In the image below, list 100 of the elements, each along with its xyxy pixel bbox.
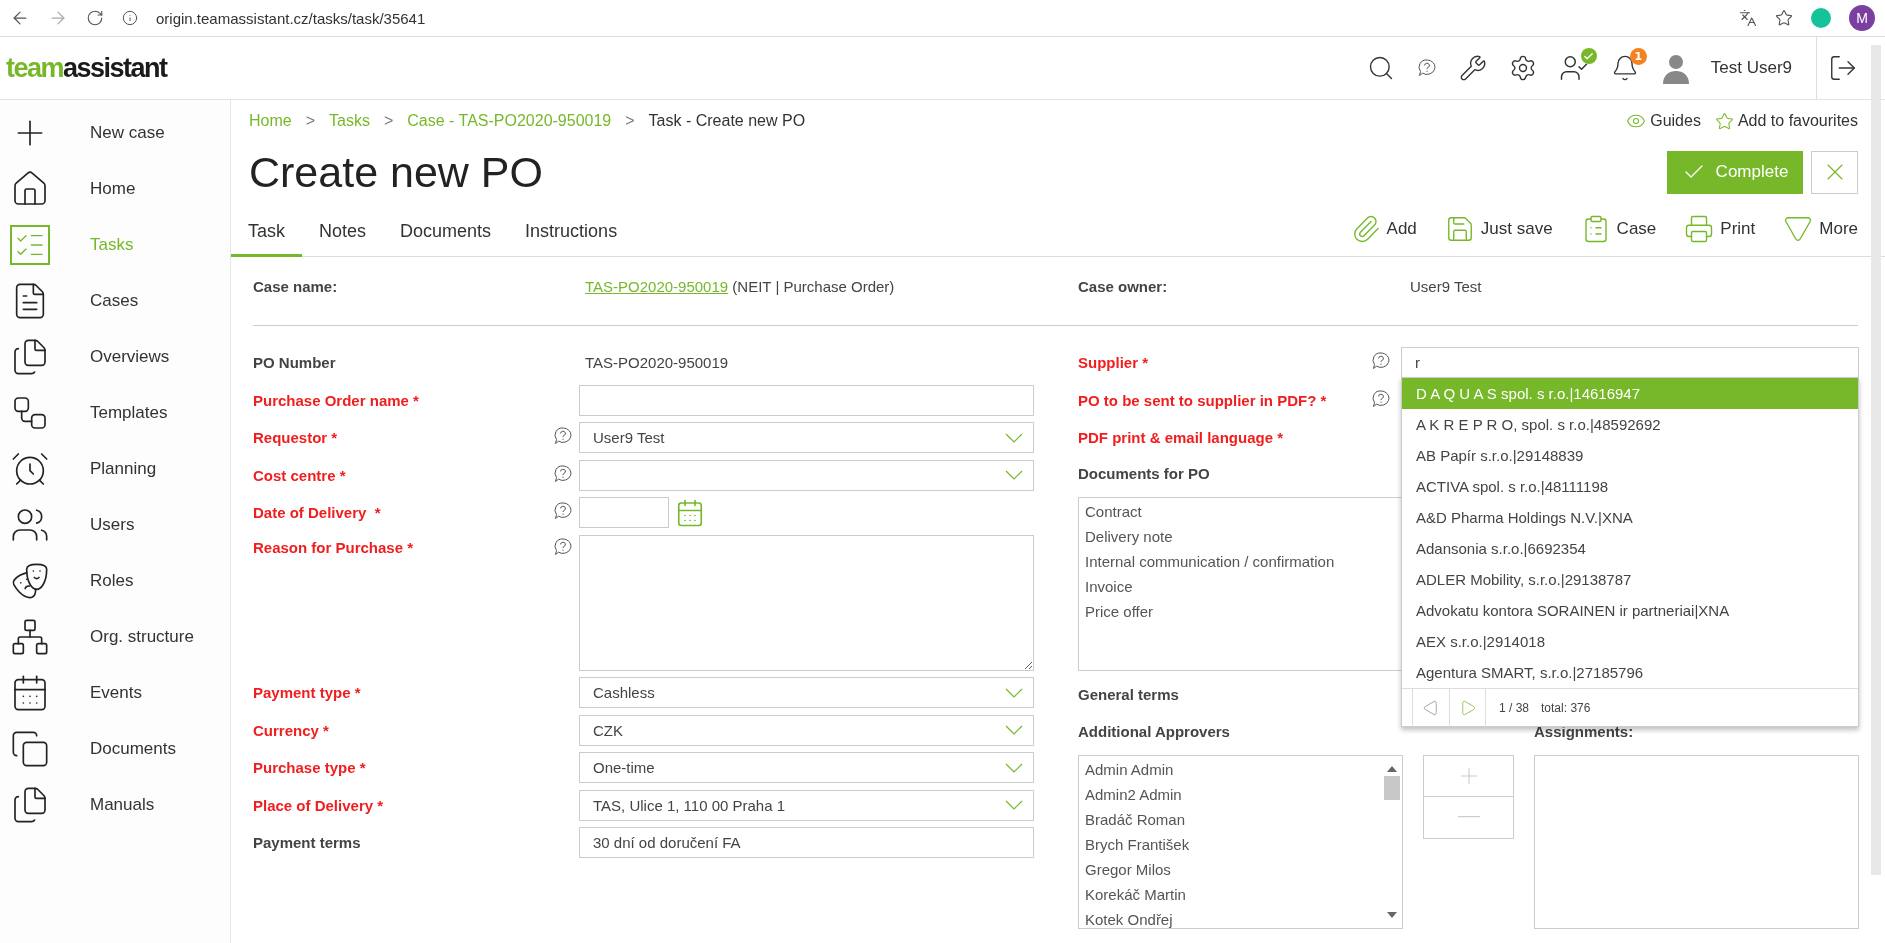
notification-badge: 1 xyxy=(1629,48,1647,65)
user-check-icon[interactable] xyxy=(1558,53,1589,83)
dropdown-option[interactable]: ACTIVA spol. s r.o.|48111198 xyxy=(1402,471,1858,502)
sidebar-item[interactable]: Templates xyxy=(0,385,230,441)
chevron-down-icon xyxy=(1005,800,1023,810)
chevron-down-icon xyxy=(1005,687,1023,698)
help-icon[interactable] xyxy=(1416,58,1437,78)
bookmark-star-icon[interactable] xyxy=(1775,9,1793,27)
user-name[interactable]: Test User9 xyxy=(1710,58,1792,78)
toolbar-button[interactable]: Case xyxy=(1580,214,1657,256)
sidebar-item[interactable]: Events xyxy=(0,665,230,721)
sidebar-item[interactable]: Roles xyxy=(0,553,230,609)
tab[interactable]: Task xyxy=(231,221,302,257)
field-label: PO Number xyxy=(253,354,337,371)
section-label: General terms xyxy=(1078,685,1180,705)
help-icon[interactable] xyxy=(1371,351,1391,371)
toolbar-button[interactable]: Add xyxy=(1350,214,1417,256)
help-icon[interactable] xyxy=(553,463,573,484)
scrollbar[interactable] xyxy=(1871,45,1881,875)
select-field[interactable]: TAS, Ulice 1, 110 00 Praha 1 xyxy=(579,789,1034,821)
field-label: Cost centre * xyxy=(253,466,347,484)
field-label: Payment type * xyxy=(253,684,362,701)
minus-icon xyxy=(1457,816,1480,819)
info-label: Case owner: xyxy=(1078,277,1169,295)
sidebar-item[interactable]: Overviews xyxy=(0,329,230,385)
reload-icon[interactable] xyxy=(86,9,104,27)
translate-icon[interactable] xyxy=(1739,9,1757,27)
stacked-documents-icon xyxy=(10,729,50,769)
user-avatar[interactable] xyxy=(1660,52,1691,84)
select-value: Cashless xyxy=(593,684,655,701)
field-label: PO to be sent to supplier in PDF? * xyxy=(1078,391,1328,409)
select-value: One-time xyxy=(593,759,655,776)
sidebar-item[interactable]: Users xyxy=(0,497,230,553)
field-label: Purchase Order name * xyxy=(253,391,420,409)
breadcrumb-separator: > xyxy=(625,112,635,130)
current-page-label: Task - Create new PO xyxy=(648,112,806,130)
help-icon[interactable] xyxy=(1371,388,1391,409)
field-label: Currency * xyxy=(253,721,330,739)
dropdown-option[interactable]: AEX s.r.o.|2914018 xyxy=(1402,626,1858,657)
dropdown-option[interactable]: AB Papír s.r.o.|29148839 xyxy=(1402,440,1858,471)
section-label: Assignments: xyxy=(1534,722,1635,742)
text-field[interactable] xyxy=(579,384,1034,416)
sidebar-item[interactable]: Manuals xyxy=(0,777,230,833)
field-label: Supplier * xyxy=(1078,354,1149,371)
chevron-down-icon xyxy=(1005,762,1023,773)
logo[interactable]: teamassistant xyxy=(6,52,167,84)
sidebar-item[interactable]: Home xyxy=(0,161,230,217)
dropdown-option[interactable]: Agentura SMART, s.r.o.|27185796 xyxy=(1402,657,1858,688)
tab[interactable]: Instructions xyxy=(508,221,635,257)
select-field[interactable]: User9 Test xyxy=(579,422,1034,453)
toolbar-button[interactable]: Just save xyxy=(1444,214,1553,256)
sidebar-item[interactable]: New case xyxy=(0,105,230,161)
field-label: Place of Delivery * xyxy=(253,796,385,814)
sidebar-item[interactable]: Documents xyxy=(0,721,230,777)
triangle-icon xyxy=(1783,214,1814,244)
toolbar-button[interactable]: Print xyxy=(1684,214,1756,256)
star-icon xyxy=(1714,111,1734,131)
page-indicator: 1 / 38 xyxy=(1499,700,1530,715)
select-field[interactable] xyxy=(579,459,1034,491)
help-icon[interactable] xyxy=(553,501,573,521)
mask-icon xyxy=(10,561,50,601)
dropdown-option[interactable]: A K R E P R O, spol. s r.o.|48592692 xyxy=(1402,409,1858,440)
list-item[interactable]: Gregor Milos xyxy=(1085,857,1374,883)
favourites-link[interactable]: Add to favourites xyxy=(1714,111,1858,131)
profile-avatar[interactable]: M xyxy=(1849,5,1875,31)
dropdown-option[interactable]: ADLER Mobility, s.r.o.|29138787 xyxy=(1402,564,1858,595)
printer-icon xyxy=(1684,214,1715,244)
wrench-icon[interactable] xyxy=(1458,54,1487,82)
tab[interactable]: Notes xyxy=(302,221,384,257)
list-item[interactable]: Brych František xyxy=(1085,832,1374,858)
site-info-icon[interactable] xyxy=(122,10,138,26)
sidebar-item[interactable]: Cases xyxy=(0,273,230,329)
select-value: TAS, Ulice 1, 110 00 Praha 1 xyxy=(593,796,786,814)
dropdown-option[interactable]: Adansonia s.r.o.|6692354 xyxy=(1402,533,1858,564)
toolbar-button[interactable]: More xyxy=(1783,214,1858,256)
guides-link[interactable]: Guides xyxy=(1626,111,1701,131)
select-field[interactable]: One-time xyxy=(579,752,1034,783)
text-field[interactable]: 30 dní od doručení FA xyxy=(579,827,1034,858)
field-label: PDF print & email language * xyxy=(1078,429,1285,446)
tab[interactable]: Documents xyxy=(383,221,509,257)
date-field[interactable] xyxy=(579,497,669,528)
approvers-list[interactable]: Admin Admin Admin2 Admin Bradáč Roman Brych František Gregor Milos Korekáč Martin Kotek Ondřej xyxy=(1078,754,1403,929)
select-field[interactable]: CZK xyxy=(579,714,1034,746)
help-icon[interactable] xyxy=(553,536,573,557)
hierarchy-icon xyxy=(10,617,50,657)
dropdown-option[interactable]: Advokatu kontora SORAINEN ir partneriai|XNA xyxy=(1402,595,1858,626)
chevron-down-icon xyxy=(1005,470,1023,480)
dropdown-option[interactable]: A&D Pharma Holdings N.V.|XNA xyxy=(1402,502,1858,533)
sidebar-item[interactable]: Planning xyxy=(0,441,230,497)
sidebar-item[interactable]: Org. structure xyxy=(0,609,230,665)
help-icon[interactable] xyxy=(553,426,573,446)
list-item[interactable]: Admin Admin xyxy=(1085,757,1374,783)
list-item[interactable]: Bradáč Roman xyxy=(1085,807,1374,833)
supplier-search-field[interactable]: r xyxy=(1401,347,1859,378)
list-item[interactable]: Korekáč Martin xyxy=(1085,882,1374,908)
address-bar[interactable]: origin.teamassistant.cz/tasks/task/35641 xyxy=(156,9,426,27)
field-label: Reason for Purchase * xyxy=(253,537,415,556)
select-field[interactable]: Cashless xyxy=(579,677,1034,708)
list-item[interactable]: Admin2 Admin xyxy=(1085,782,1374,808)
field-label: Purchase type * xyxy=(253,759,367,776)
